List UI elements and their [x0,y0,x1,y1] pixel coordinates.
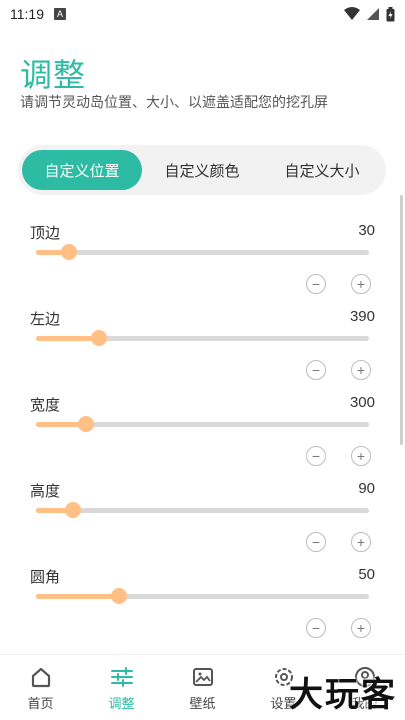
wifi-icon [344,7,360,20]
slider-thumb[interactable] [111,588,128,604]
nav-home[interactable]: 首页 [0,655,81,720]
battery-icon [386,6,395,21]
settings-list[interactable]: 顶边 30 − + 左边 390 − + 宽度 300 − + 高度 90 − … [0,210,405,640]
setting-label: 左边 [30,310,61,328]
status-icons [344,6,395,22]
decrement-button[interactable]: − [306,274,326,294]
decrement-button[interactable]: − [306,618,326,638]
nav-wallpaper[interactable]: 壁纸 [162,655,243,720]
slider-fill [36,336,100,341]
sliders-icon [110,667,133,687]
setting-row-radius: 圆角 50 − + [0,554,405,640]
increment-button[interactable]: + [351,446,371,466]
scrollbar[interactable] [400,195,403,445]
mode-segmented-control: 自定义位置 自定义颜色 自定义大小 [18,145,386,195]
decrement-button[interactable]: − [306,446,326,466]
setting-label: 顶边 [30,224,61,242]
decrement-button[interactable]: − [306,360,326,380]
signal-icon [367,8,379,20]
decrement-button[interactable]: − [306,532,326,552]
setting-value: 50 [358,566,375,583]
tab-custom-position[interactable]: 自定义位置 [22,150,142,190]
tab-custom-size[interactable]: 自定义大小 [262,150,382,190]
slider-thumb[interactable] [64,502,81,518]
setting-label: 高度 [30,482,61,500]
setting-value: 90 [358,480,375,497]
nav-label: 调整 [108,697,135,712]
setting-value: 30 [358,222,375,239]
increment-button[interactable]: + [351,274,371,294]
slider-track[interactable] [36,330,369,346]
slider-thumb[interactable] [77,416,94,432]
image-icon [192,668,213,686]
page-subtitle: 请调节灵动岛位置、大小、以遮盖适配您的挖孔屏 [20,95,328,111]
page-title: 调整 [20,56,87,94]
increment-button[interactable]: + [351,618,371,638]
slider-fill [36,594,120,599]
tab-custom-color[interactable]: 自定义颜色 [142,150,262,190]
slider-track[interactable] [36,502,369,518]
slider-track[interactable] [36,588,369,604]
status-time: 11:19 [10,6,44,22]
setting-label: 圆角 [30,568,61,586]
home-icon [31,667,50,688]
nav-label: 首页 [27,697,54,712]
nav-label: 壁纸 [189,697,216,712]
slider-track[interactable] [36,416,369,432]
setting-row-top: 顶边 30 − + [0,210,405,296]
setting-value: 300 [349,394,375,411]
setting-label: 宽度 [30,396,61,414]
notification-icon: A [54,8,66,20]
setting-row-height: 高度 90 − + [0,468,405,554]
slider-track[interactable] [36,244,369,260]
nav-adjust[interactable]: 调整 [81,655,162,720]
setting-row-width: 宽度 300 − + [0,382,405,468]
slider-thumb[interactable] [61,244,78,260]
slider-thumb[interactable] [91,330,108,346]
watermark: 大玩客 [289,675,397,715]
status-bar: 11:19 A [0,0,405,28]
increment-button[interactable]: + [351,360,371,380]
increment-button[interactable]: + [351,532,371,552]
setting-value: 390 [349,308,375,325]
setting-row-left: 左边 390 − + [0,296,405,382]
